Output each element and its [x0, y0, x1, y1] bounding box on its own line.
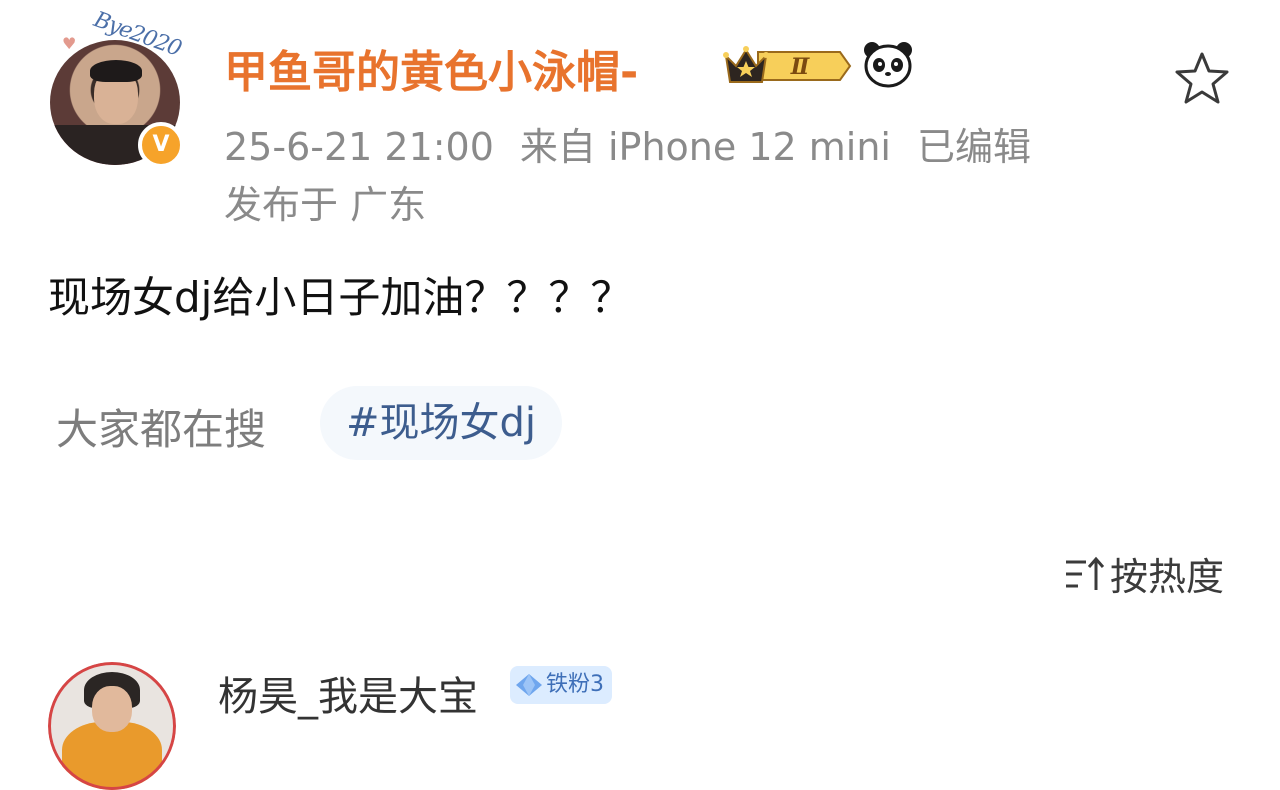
panda-icon [864, 42, 912, 88]
sort-icon [1066, 556, 1105, 590]
sort-by-hot-button[interactable]: 按热度 [1064, 546, 1224, 601]
fan-level-badge: 铁粉3 [510, 666, 612, 704]
post-edited-label: 已编辑 [916, 125, 1031, 169]
trending-search-label: 大家都在搜 [56, 405, 267, 454]
commenter-name[interactable]: 杨昊_我是大宝 [218, 664, 478, 722]
post-source: 来自 iPhone 12 mini [519, 125, 891, 169]
verified-badge-icon: V [138, 122, 184, 168]
avatar-hair [90, 60, 142, 82]
sort-label: 按热度 [1110, 555, 1225, 599]
avatar-sticker-icon: ♥ [62, 34, 77, 53]
author-name[interactable]: 甲鱼哥的黄色小泳帽- [224, 36, 638, 100]
commenter-avatar-ring [48, 662, 176, 790]
crown-level-badge-icon[interactable]: Ⅱ [722, 44, 852, 88]
post-timestamp: 25-6-21 21:00 [224, 125, 494, 169]
post-location: 发布于 广东 [224, 183, 427, 227]
trending-search-tag[interactable]: #现场女dj [320, 386, 563, 460]
star-icon[interactable] [1172, 50, 1232, 106]
post-content: 现场女dj给小日子加油？？？？ [48, 273, 633, 322]
diamond-icon [516, 674, 542, 696]
post-meta: 25-6-21 21:00 来自 iPhone 12 mini 已编辑 [224, 116, 1031, 171]
commenter-avatar[interactable] [48, 662, 176, 790]
level-badge-text: Ⅱ [790, 54, 811, 80]
fan-badge-label: 铁粉3 [546, 672, 604, 697]
